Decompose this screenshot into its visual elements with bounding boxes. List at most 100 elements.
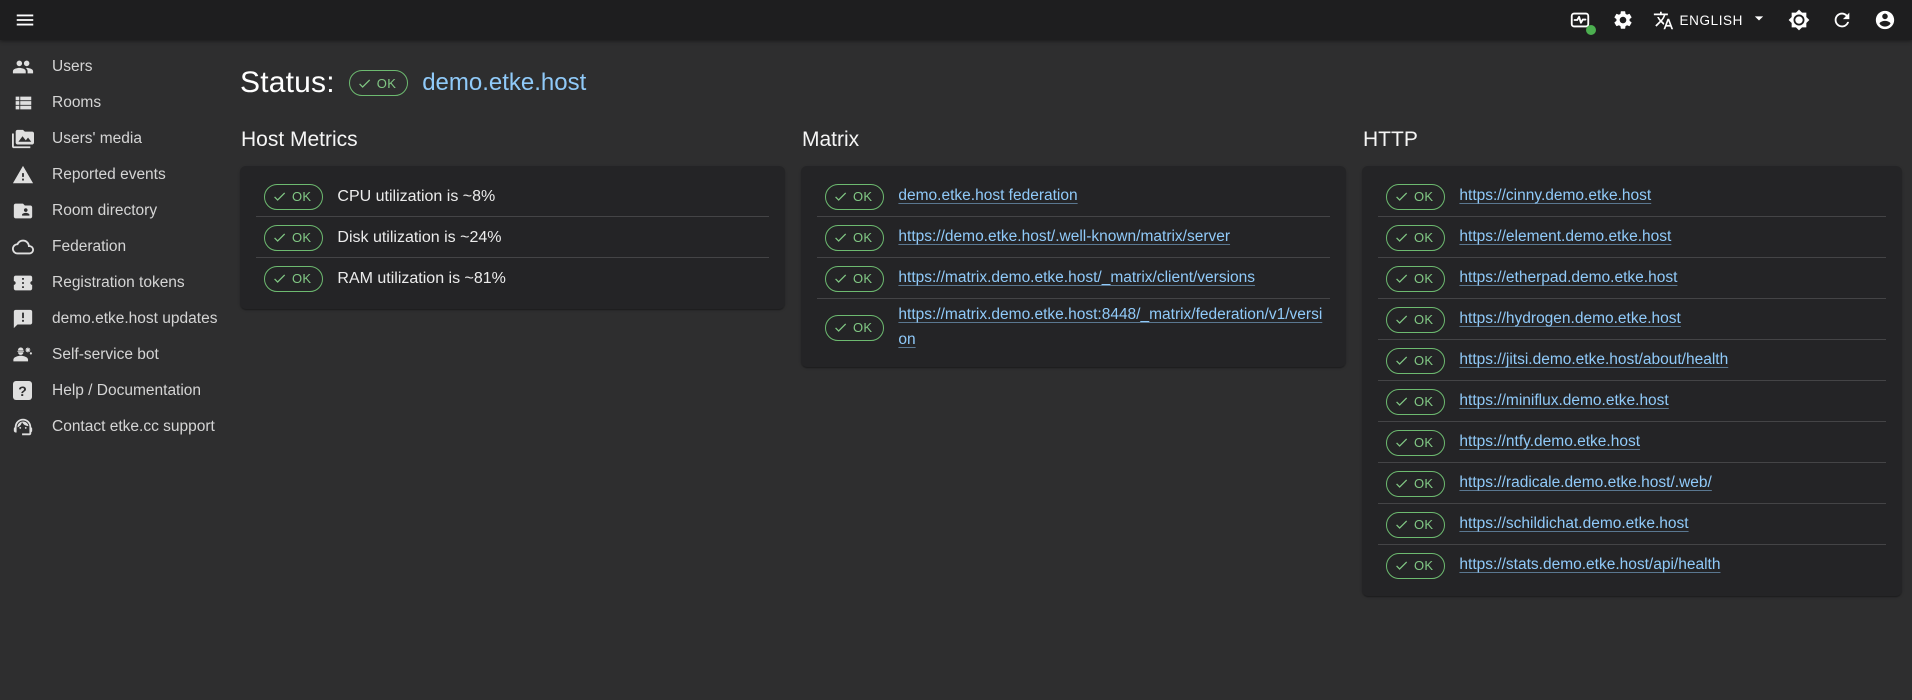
online-badge (1586, 25, 1596, 35)
check-icon (833, 189, 848, 204)
sidebar-item-rooms[interactable]: Rooms (0, 85, 240, 121)
ticket-icon (12, 272, 34, 294)
check-row: OK https://cinny.demo.etke.host (1362, 176, 1902, 217)
language-label: ENGLISH (1680, 13, 1743, 28)
sidebar-item-label: Registration tokens (52, 274, 185, 292)
main-content: Status: OK demo.etke.host Host Metrics O… (240, 40, 1912, 700)
matrix-card: OK demo.etke.host federation OK https://… (801, 166, 1346, 367)
section-title: Host Metrics (241, 128, 785, 152)
check-row: OK https://hydrogen.demo.etke.host (1362, 299, 1902, 340)
translate-icon (1653, 10, 1674, 31)
refresh-icon[interactable] (1829, 7, 1855, 33)
check-icon (1394, 517, 1409, 532)
sidebar-item-federation[interactable]: Federation (0, 229, 240, 265)
sidebar-item-label: Rooms (52, 94, 101, 112)
sidebar-item-self-service-bot[interactable]: Self-service bot (0, 337, 240, 373)
theme-brightness-icon[interactable] (1786, 7, 1812, 33)
check-link[interactable]: https://hydrogen.demo.etke.host (1459, 307, 1680, 332)
ok-chip-label: OK (1414, 558, 1433, 573)
ok-chip-label: OK (1414, 517, 1433, 532)
sidebar-item-registration-tokens[interactable]: Registration tokens (0, 265, 240, 301)
check-icon (833, 320, 848, 335)
host-link[interactable]: demo.etke.host (422, 69, 586, 97)
check-icon (1394, 271, 1409, 286)
sidebar-item-reported-events[interactable]: Reported events (0, 157, 240, 193)
check-link[interactable]: demo.etke.host federation (898, 184, 1077, 209)
status-ok-chip: OK (349, 70, 408, 96)
ok-chip: OK (1386, 471, 1445, 497)
ok-chip: OK (1386, 184, 1445, 210)
check-icon (272, 230, 287, 245)
check-link[interactable]: https://stats.demo.etke.host/api/health (1459, 553, 1720, 578)
check-icon (1394, 312, 1409, 327)
metric-text: RAM utilization is ~81% (337, 270, 506, 288)
section-host-metrics: Host Metrics OK CPU utilization is ~8% O… (240, 128, 785, 596)
sidebar-item-label: Contact etke.cc support (52, 418, 215, 436)
sidebar-item-label: Help / Documentation (52, 382, 201, 400)
sidebar-item-room-directory[interactable]: Room directory (0, 193, 240, 229)
ok-chip: OK (1386, 430, 1445, 456)
check-row: OK https://etherpad.demo.etke.host (1362, 258, 1902, 299)
ok-chip-label: OK (1414, 271, 1433, 286)
check-link[interactable]: https://jitsi.demo.etke.host/about/healt… (1459, 348, 1728, 373)
sidebar-item-host-updates[interactable]: demo.etke.host updates (0, 301, 240, 337)
check-link[interactable]: https://miniflux.demo.etke.host (1459, 389, 1668, 414)
sidebar-item-label: Reported events (52, 166, 166, 184)
check-link[interactable]: https://radicale.demo.etke.host/.web/ (1459, 471, 1711, 496)
hamburger-menu-icon[interactable] (12, 7, 38, 33)
check-row: OK https://matrix.demo.etke.host:8448/_m… (801, 299, 1346, 357)
monitoring-status-icon[interactable] (1567, 7, 1593, 33)
ok-chip: OK (1386, 512, 1445, 538)
section-title: Matrix (802, 128, 1346, 152)
check-icon (1394, 353, 1409, 368)
check-link[interactable]: https://matrix.demo.etke.host:8448/_matr… (898, 303, 1330, 353)
ok-chip-label: OK (853, 189, 872, 204)
ok-chip: OK (825, 315, 884, 341)
sidebar-item-label: Self-service bot (52, 346, 159, 364)
status-header: Status: OK demo.etke.host (240, 66, 1902, 100)
check-link[interactable]: https://ntfy.demo.etke.host (1459, 430, 1640, 455)
ok-chip-label: OK (1414, 394, 1433, 409)
check-link[interactable]: https://schildichat.demo.etke.host (1459, 512, 1688, 537)
sidebar-item-label: Users' media (52, 130, 142, 148)
ok-chip: OK (1386, 225, 1445, 251)
check-icon (1394, 476, 1409, 491)
check-link[interactable]: https://element.demo.etke.host (1459, 225, 1671, 250)
check-row: OK https://schildichat.demo.etke.host (1362, 504, 1902, 545)
check-icon (1394, 435, 1409, 450)
check-row: OK https://radicale.demo.etke.host/.web/ (1362, 463, 1902, 504)
metric-text: Disk utilization is ~24% (337, 229, 501, 247)
ok-chip: OK (1386, 553, 1445, 579)
check-link[interactable]: https://cinny.demo.etke.host (1459, 184, 1651, 209)
check-link[interactable]: https://demo.etke.host/.well-known/matri… (898, 225, 1230, 250)
metric-row: OK RAM utilization is ~81% (240, 258, 785, 299)
sidebar-item-label: Federation (52, 238, 126, 256)
metric-row: OK Disk utilization is ~24% (240, 217, 785, 258)
host-metrics-card: OK CPU utilization is ~8% OK Disk utiliz… (240, 166, 785, 309)
ok-chip: OK (1386, 348, 1445, 374)
check-icon (272, 189, 287, 204)
people-icon (12, 56, 34, 78)
metric-text: CPU utilization is ~8% (337, 188, 495, 206)
ok-chip-label: OK (1414, 353, 1433, 368)
settings-gear-icon[interactable] (1610, 7, 1636, 33)
account-circle-icon[interactable] (1872, 7, 1898, 33)
ok-chip-label: OK (1414, 435, 1433, 450)
check-icon (1394, 394, 1409, 409)
sidebar-item-contact-support[interactable]: Contact etke.cc support (0, 409, 240, 445)
ok-chip-label: OK (853, 230, 872, 245)
status-columns: Host Metrics OK CPU utilization is ~8% O… (240, 128, 1902, 596)
sidebar-item-users-media[interactable]: Users' media (0, 121, 240, 157)
sidebar-item-label: Room directory (52, 202, 157, 220)
check-link[interactable]: https://matrix.demo.etke.host/_matrix/cl… (898, 266, 1255, 291)
sidebar-item-users[interactable]: Users (0, 49, 240, 85)
check-row: OK https://jitsi.demo.etke.host/about/he… (1362, 340, 1902, 381)
ok-chip: OK (264, 266, 323, 292)
language-selector[interactable]: ENGLISH (1653, 8, 1769, 33)
support-agent-icon (12, 416, 34, 438)
check-row: OK https://matrix.demo.etke.host/_matrix… (801, 258, 1346, 299)
sidebar-item-label: Users (52, 58, 92, 76)
list-icon (12, 92, 34, 114)
check-link[interactable]: https://etherpad.demo.etke.host (1459, 266, 1677, 291)
sidebar-item-help[interactable]: ? Help / Documentation (0, 373, 240, 409)
